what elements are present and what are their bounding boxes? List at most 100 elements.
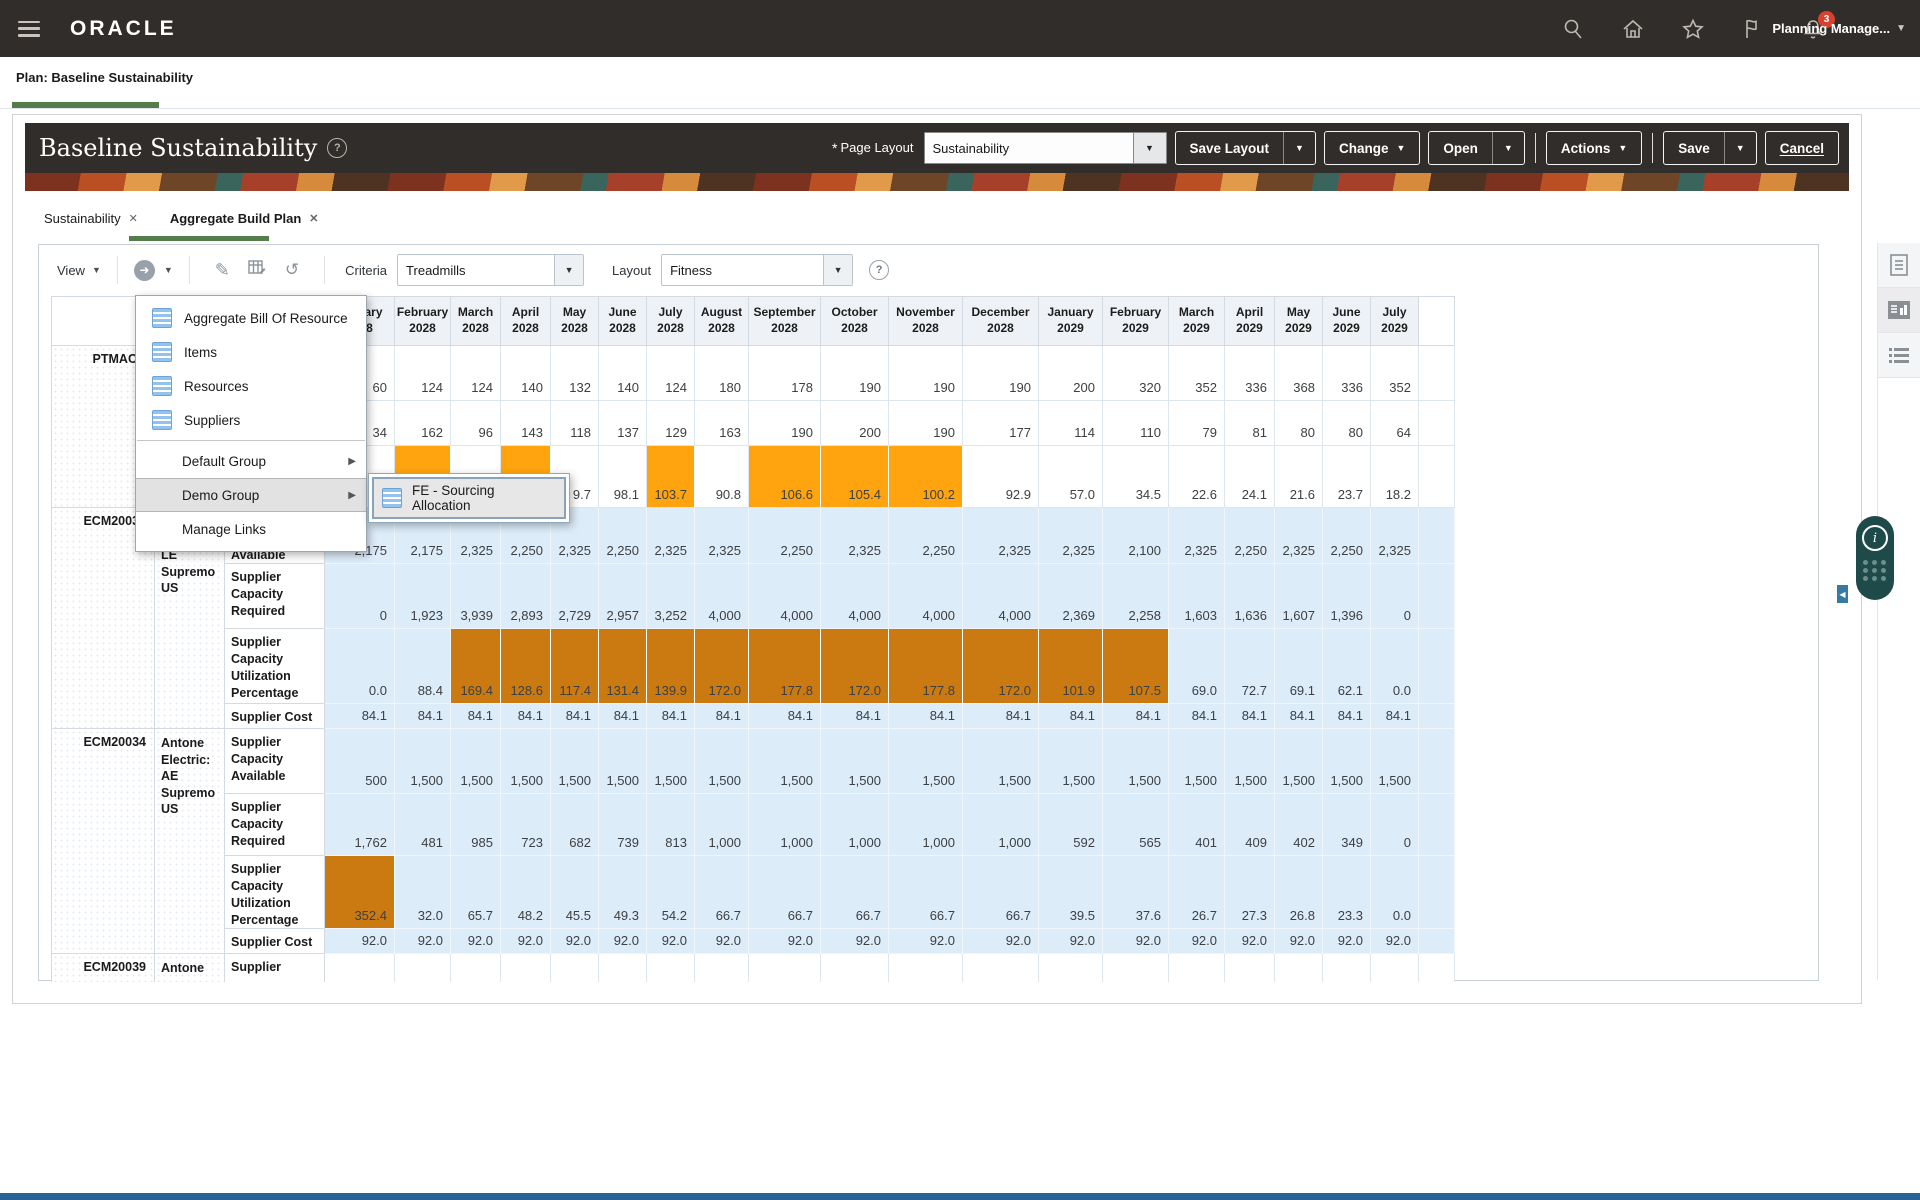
hamburger-menu-icon[interactable] (18, 21, 40, 37)
month-column-header[interactable]: May2028 (551, 297, 599, 346)
manage-tables-icon[interactable] (248, 259, 267, 281)
menu-item-items[interactable]: Items (136, 335, 366, 369)
help-icon[interactable]: ? (327, 138, 347, 158)
data-cell[interactable]: 1,000 (749, 794, 821, 856)
data-cell[interactable]: 98.1 (599, 446, 647, 508)
month-column-header[interactable]: February2029 (1103, 297, 1169, 346)
data-cell[interactable]: 1,500 (451, 729, 501, 794)
month-column-header[interactable]: August2028 (695, 297, 749, 346)
data-cell[interactable]: 107.5 (1103, 629, 1169, 704)
home-icon[interactable] (1621, 17, 1645, 41)
data-cell[interactable]: 0.0 (325, 629, 395, 704)
data-cell[interactable]: 66.7 (821, 856, 889, 929)
data-cell[interactable]: 2,325 (695, 508, 749, 564)
submenu-item-fe-sourcing-allocation[interactable]: FE - Sourcing Allocation (372, 477, 566, 519)
data-cell[interactable]: 162 (395, 401, 451, 446)
data-cell[interactable]: 92.0 (325, 929, 395, 954)
criteria-caret-icon[interactable]: ▼ (554, 255, 583, 285)
data-cell[interactable]: 1,500 (551, 729, 599, 794)
data-cell[interactable]: 2,250 (1323, 508, 1371, 564)
data-cell[interactable]: 84.1 (395, 704, 451, 729)
month-column-header[interactable]: March2028 (451, 297, 501, 346)
data-cell[interactable]: 1,500 (1039, 729, 1103, 794)
data-cell[interactable]: 105.4 (821, 446, 889, 508)
data-cell[interactable]: 66.7 (963, 856, 1039, 929)
data-cell[interactable] (1275, 954, 1323, 982)
data-cell[interactable]: 92.0 (1371, 929, 1419, 954)
data-cell[interactable] (501, 954, 551, 982)
data-cell[interactable]: 163 (695, 401, 749, 446)
month-column-header[interactable]: June2029 (1323, 297, 1371, 346)
data-cell[interactable]: 180 (695, 346, 749, 401)
save-layout-button[interactable]: Save Layout ▼ (1175, 131, 1316, 165)
data-cell[interactable]: 84.1 (501, 704, 551, 729)
data-cell[interactable]: 352 (1371, 346, 1419, 401)
data-cell[interactable]: 143 (501, 401, 551, 446)
data-cell[interactable]: 2,325 (1275, 508, 1323, 564)
data-cell[interactable]: 18.2 (1371, 446, 1419, 508)
data-cell[interactable]: 2,369 (1039, 564, 1103, 629)
data-cell[interactable]: 114 (1039, 401, 1103, 446)
data-cell[interactable]: 190 (821, 346, 889, 401)
data-cell[interactable]: 32.0 (395, 856, 451, 929)
data-cell[interactable]: 34.5 (1103, 446, 1169, 508)
data-cell[interactable]: 92.0 (501, 929, 551, 954)
data-cell[interactable] (1371, 954, 1419, 982)
month-column-header[interactable]: January2029 (1039, 297, 1103, 346)
data-cell[interactable]: 200 (1039, 346, 1103, 401)
data-cell[interactable]: 172.0 (821, 629, 889, 704)
data-cell[interactable] (1225, 954, 1275, 982)
data-cell[interactable]: 57.0 (1039, 446, 1103, 508)
data-cell[interactable]: 1,396 (1323, 564, 1371, 629)
plan-breadcrumb-tab[interactable]: Plan: Baseline Sustainability (16, 70, 193, 85)
month-column-header[interactable]: April2029 (1225, 297, 1275, 346)
month-column-header[interactable]: February2028 (395, 297, 451, 346)
data-cell[interactable]: 190 (749, 401, 821, 446)
criteria-select[interactable]: Treadmills ▼ (397, 254, 584, 286)
data-cell[interactable]: 409 (1225, 794, 1275, 856)
data-cell[interactable]: 0.0 (1371, 856, 1419, 929)
data-cell[interactable] (1103, 954, 1169, 982)
menu-item-suppliers[interactable]: Suppliers (136, 403, 366, 437)
month-column-header[interactable]: June2028 (599, 297, 647, 346)
tab-sustainability[interactable]: Sustainability ✕ (44, 211, 138, 226)
data-cell[interactable]: 349 (1323, 794, 1371, 856)
data-cell[interactable]: 1,923 (395, 564, 451, 629)
data-cell[interactable]: 131.4 (599, 629, 647, 704)
data-cell[interactable]: 132 (551, 346, 599, 401)
data-cell[interactable]: 92.0 (821, 929, 889, 954)
data-cell[interactable]: 92.0 (551, 929, 599, 954)
month-column-header[interactable]: July2028 (647, 297, 695, 346)
data-cell[interactable]: 24.1 (1225, 446, 1275, 508)
data-cell[interactable]: 92.0 (1323, 929, 1371, 954)
data-cell[interactable]: 1,000 (889, 794, 963, 856)
data-cell[interactable]: 2,250 (749, 508, 821, 564)
data-cell[interactable]: 84.1 (1103, 704, 1169, 729)
data-cell[interactable]: 92.0 (1103, 929, 1169, 954)
refresh-icon[interactable]: ↺ (285, 260, 299, 280)
data-cell[interactable]: 84.1 (551, 704, 599, 729)
data-cell[interactable]: 0 (325, 564, 395, 629)
data-cell[interactable]: 1,500 (395, 729, 451, 794)
data-cell[interactable]: 84.1 (325, 704, 395, 729)
data-cell[interactable]: 137 (599, 401, 647, 446)
data-cell[interactable] (963, 954, 1039, 982)
data-cell[interactable]: 169.4 (451, 629, 501, 704)
data-cell[interactable]: 1,500 (695, 729, 749, 794)
data-cell[interactable]: 80 (1275, 401, 1323, 446)
edit-pencil-icon[interactable]: ✎ (215, 260, 230, 281)
data-cell[interactable]: 21.6 (1275, 446, 1323, 508)
data-cell[interactable]: 1,607 (1275, 564, 1323, 629)
data-cell[interactable]: 92.0 (599, 929, 647, 954)
data-cell[interactable]: 739 (599, 794, 647, 856)
data-cell[interactable]: 37.6 (1103, 856, 1169, 929)
app-grid-icon[interactable] (1863, 560, 1887, 581)
data-cell[interactable]: 1,500 (647, 729, 695, 794)
data-cell[interactable]: 84.1 (889, 704, 963, 729)
data-cell[interactable] (647, 954, 695, 982)
data-cell[interactable]: 103.7 (647, 446, 695, 508)
data-cell[interactable]: 92.0 (695, 929, 749, 954)
data-cell[interactable]: 4,000 (889, 564, 963, 629)
month-column-header[interactable]: September2028 (749, 297, 821, 346)
data-cell[interactable]: 140 (501, 346, 551, 401)
